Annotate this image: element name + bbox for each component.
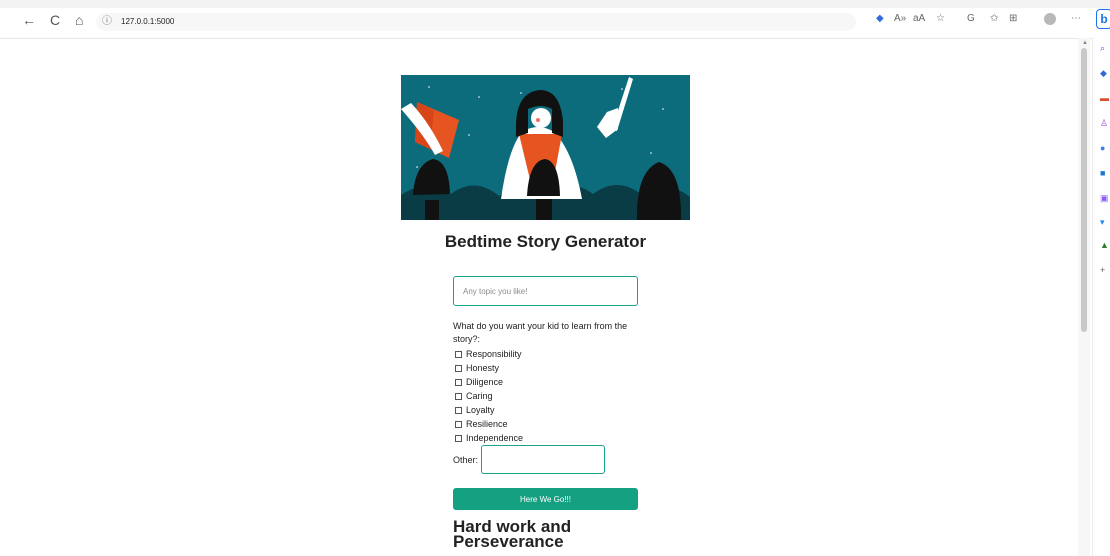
collections-icon[interactable]: ⊞ bbox=[1009, 14, 1017, 24]
option-label: Responsibility bbox=[466, 349, 522, 359]
option-resilience[interactable]: Resilience bbox=[455, 418, 508, 430]
cart-icon[interactable]: ▾ bbox=[1100, 218, 1105, 227]
option-independence[interactable]: Independence bbox=[455, 432, 523, 444]
favorites-icon[interactable]: ✩ bbox=[990, 14, 998, 24]
checkbox[interactable] bbox=[455, 407, 462, 414]
checkbox[interactable] bbox=[455, 365, 462, 372]
option-honesty[interactable]: Honesty bbox=[455, 362, 499, 374]
more-icon[interactable]: ⋯ bbox=[1071, 14, 1081, 24]
translate-icon[interactable]: aA bbox=[913, 14, 925, 24]
edge-sidebar bbox=[1092, 38, 1110, 556]
profile-avatar[interactable] bbox=[1044, 13, 1056, 25]
topic-input[interactable] bbox=[453, 276, 638, 306]
option-label: Loyalty bbox=[466, 405, 495, 415]
browser-tab-strip bbox=[0, 0, 1110, 8]
favorite-add-icon[interactable]: ☆ bbox=[936, 14, 945, 24]
other-input[interactable] bbox=[481, 445, 605, 474]
scroll-up-icon[interactable]: ▲ bbox=[1082, 40, 1088, 46]
option-label: Caring bbox=[466, 391, 493, 401]
checkbox[interactable] bbox=[455, 435, 462, 442]
image-icon[interactable]: ▣ bbox=[1100, 194, 1109, 203]
submit-button[interactable]: Here We Go!!! bbox=[453, 488, 638, 510]
bing-icon[interactable]: b bbox=[1096, 9, 1110, 29]
home-icon[interactable]: ⌂ bbox=[75, 13, 83, 27]
lesson-question: What do you want your kid to learn from … bbox=[453, 321, 628, 344]
info-icon[interactable]: ⓘ bbox=[102, 13, 112, 31]
option-diligence[interactable]: Diligence bbox=[455, 376, 503, 388]
refresh-icon[interactable]: C bbox=[50, 13, 60, 27]
option-label: Honesty bbox=[466, 363, 500, 373]
checkbox[interactable] bbox=[455, 351, 462, 358]
story-title: Hard work and Perseverance bbox=[453, 517, 572, 551]
checkbox[interactable] bbox=[455, 379, 462, 386]
address-bar[interactable]: ⓘ 127.0.0.1:5000 bbox=[96, 13, 856, 31]
option-label: Diligence bbox=[466, 377, 504, 387]
option-loyalty[interactable]: Loyalty bbox=[455, 404, 495, 416]
option-caring[interactable]: Caring bbox=[455, 390, 493, 402]
tree-icon[interactable]: ▲ bbox=[1100, 241, 1109, 250]
tag-icon[interactable]: ◆ bbox=[1100, 69, 1107, 78]
checkbox[interactable] bbox=[455, 421, 462, 428]
outlook-icon[interactable]: ■ bbox=[1100, 169, 1105, 178]
search-icon[interactable]: ⌕ bbox=[1100, 44, 1105, 53]
other-label: Other: bbox=[453, 455, 479, 465]
circle-icon[interactable]: ● bbox=[1100, 144, 1105, 153]
tag-icon[interactable]: ◆ bbox=[876, 14, 884, 24]
add-icon[interactable]: + bbox=[1100, 266, 1105, 275]
option-label: Resilience bbox=[466, 419, 508, 429]
people-icon[interactable]: ♙ bbox=[1100, 119, 1108, 128]
scroll-thumb[interactable] bbox=[1081, 48, 1087, 332]
checkbox[interactable] bbox=[455, 393, 462, 400]
option-label: Independence bbox=[466, 433, 524, 443]
page-title: Bedtime Story Generator bbox=[444, 232, 647, 251]
address-url: 127.0.0.1:5000 bbox=[121, 17, 175, 26]
back-arrow-icon[interactable]: ← bbox=[22, 13, 36, 27]
briefcase-icon[interactable]: ▬ bbox=[1100, 94, 1109, 103]
option-responsibility[interactable]: Responsibility bbox=[455, 348, 522, 360]
hero-illustration bbox=[401, 75, 690, 220]
app-icon[interactable]: G bbox=[967, 14, 975, 24]
read-aloud-icon[interactable]: A» bbox=[894, 14, 906, 24]
